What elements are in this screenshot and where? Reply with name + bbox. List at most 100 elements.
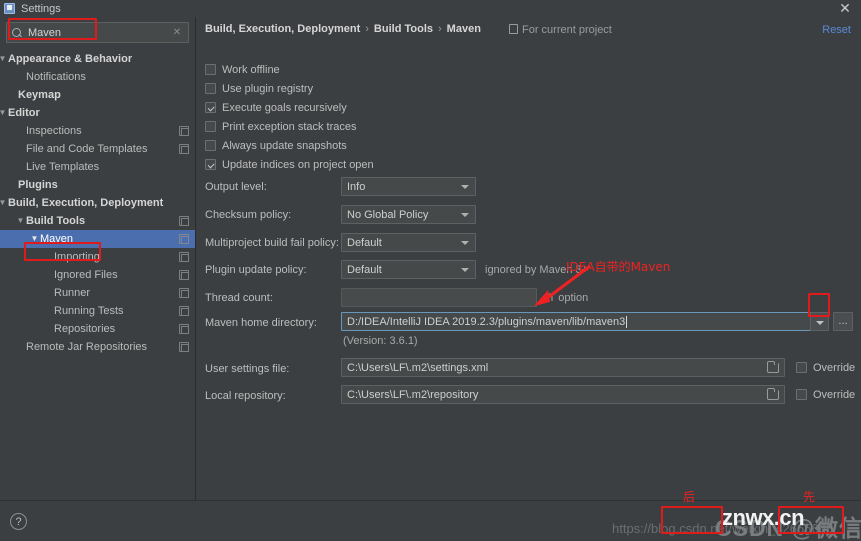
chevron-down-icon (816, 321, 824, 325)
sidebar-item-repositories[interactable]: Repositories (0, 320, 195, 338)
user-settings-override[interactable]: Override (796, 358, 855, 377)
sidebar-item-remote-jar-repositories[interactable]: Remote Jar Repositories (0, 338, 195, 356)
sidebar-item-label: Keymap (18, 89, 61, 101)
sidebar-item-ignored-files[interactable]: Ignored Files (0, 266, 195, 284)
sidebar-item-label: Notifications (26, 71, 86, 83)
config-icon (179, 306, 189, 316)
checkbox-use-plugin-registry[interactable]: Use plugin registry (205, 80, 313, 97)
thread-count-input[interactable] (341, 288, 537, 307)
sidebar-item-file-and-code-templates[interactable]: File and Code Templates (0, 140, 195, 158)
checksum-policy-value: No Global Policy (347, 208, 429, 221)
checkbox-box[interactable] (205, 64, 216, 75)
checksum-policy-label: Checksum policy: (205, 209, 292, 221)
checkbox-print-exception-stack-traces[interactable]: Print exception stack traces (205, 118, 357, 135)
sidebar-item-keymap[interactable]: Keymap (0, 86, 195, 104)
sidebar-item-plugins[interactable]: Plugins (0, 176, 195, 194)
output-level-label: Output level: (205, 181, 267, 193)
annotation-box-apply (778, 506, 844, 534)
maven-home-browse-button[interactable]: ... (833, 312, 853, 331)
annotation-order-after: 后 (683, 490, 696, 504)
maven-home-label: Maven home directory: (205, 317, 317, 329)
user-settings-input[interactable]: C:\Users\LF\.m2\settings.xml (341, 358, 785, 377)
config-icon (179, 270, 189, 280)
checkbox-box[interactable] (205, 121, 216, 132)
user-settings-override-label: Override (813, 361, 856, 374)
help-icon[interactable]: ? (10, 513, 27, 530)
checkbox-always-update-snapshots[interactable]: Always update snapshots (205, 137, 347, 154)
sidebar-item-inspections[interactable]: Inspections (0, 122, 195, 140)
sidebar-item-label: File and Code Templates (26, 143, 148, 155)
checkbox-box[interactable] (205, 102, 216, 113)
sidebar-item-editor[interactable]: ▼ Editor (0, 104, 195, 122)
annotation-order-first: 先 (803, 490, 816, 504)
chevron-down-icon[interactable]: ▼ (0, 104, 7, 122)
checkbox-box[interactable] (205, 159, 216, 170)
annotation-arrow-icon (534, 264, 591, 306)
config-icon (179, 144, 189, 154)
checkbox-work-offline[interactable]: Work offline (205, 61, 280, 78)
title-bar: Settings ✕ (0, 0, 861, 17)
chevron-down-icon[interactable]: ▼ (0, 50, 7, 68)
multiproject-build-fail-policy-value: Default (347, 236, 382, 249)
settings-dialog: Settings ✕ Maven ✕ ▼ Appearance & Behavio… (0, 0, 861, 541)
checksum-policy-dropdown[interactable]: No Global Policy (341, 205, 476, 224)
breadcrumb-item: Maven (446, 23, 481, 35)
maven-home-value: D:/IDEA/IntelliJ IDEA 2019.2.3/plugins/m… (347, 315, 626, 328)
sidebar-item-label: Live Templates (26, 161, 100, 173)
local-repository-override-checkbox[interactable] (796, 389, 807, 400)
maven-version-note: (Version: 3.6.1) (343, 335, 418, 347)
config-icon (179, 234, 189, 244)
user-settings-override-checkbox[interactable] (796, 362, 807, 373)
sidebar-item-live-templates[interactable]: Live Templates (0, 158, 195, 176)
chevron-down-icon[interactable]: ▼ (16, 212, 25, 230)
chevron-down-icon (461, 213, 469, 217)
sidebar-item-build-execution-deployment[interactable]: ▼ Build, Execution, Deployment (0, 194, 195, 212)
user-settings-label: User settings file: (205, 363, 290, 375)
sidebar-item-runner[interactable]: Runner (0, 284, 195, 302)
config-icon (179, 252, 189, 262)
config-icon (179, 216, 189, 226)
sidebar-item-label: Ignored Files (54, 269, 118, 281)
sidebar-item-build-tools[interactable]: ▼ Build Tools (0, 212, 195, 230)
local-repository-input[interactable]: C:\Users\LF\.m2\repository (341, 385, 785, 404)
checkbox-label: Update indices on project open (222, 158, 374, 171)
checkbox-execute-goals-recursively[interactable]: Execute goals recursively (205, 99, 347, 116)
output-level-dropdown[interactable]: Info (341, 177, 476, 196)
local-repository-value: C:\Users\LF\.m2\repository (347, 388, 479, 401)
text-caret (626, 315, 628, 328)
sidebar-item-appearance-behavior[interactable]: ▼ Appearance & Behavior (0, 50, 195, 68)
breadcrumb-item: Build Tools (373, 23, 433, 35)
sidebar-item-label: Appearance & Behavior (8, 53, 133, 65)
config-icon (179, 288, 189, 298)
window-title: Settings (21, 2, 61, 15)
for-current-project-text: For current project (522, 24, 612, 36)
annotation-box-search (8, 18, 97, 40)
breadcrumb-item: Build, Execution, Deployment (205, 23, 361, 35)
local-repository-override-label: Override (813, 388, 856, 401)
sidebar-item-label: Repositories (54, 323, 116, 335)
sidebar-item-notifications[interactable]: Notifications (0, 68, 195, 86)
maven-home-input[interactable]: D:/IDEA/IntelliJ IDEA 2019.2.3/plugins/m… (341, 312, 816, 331)
settings-tree: ▼ Appearance & Behavior Notifications Keyma… (0, 50, 195, 356)
sidebar-item-label: Build, Execution, Deployment (8, 197, 164, 209)
clear-search-icon[interactable]: ✕ (170, 26, 184, 40)
sidebar-item-running-tests[interactable]: Running Tests (0, 302, 195, 320)
folder-icon[interactable] (767, 361, 779, 373)
sidebar-item-label: Runner (54, 287, 91, 299)
checkbox-update-indices-on-project-open[interactable]: Update indices on project open (205, 156, 374, 173)
sidebar-item-label: Inspections (26, 125, 82, 137)
checkbox-label: Use plugin registry (222, 82, 314, 95)
local-repository-override[interactable]: Override (796, 385, 855, 404)
maven-settings-pane: Build, Execution, Deployment › Build Tools… (197, 17, 861, 500)
chevron-down-icon[interactable]: ▼ (0, 194, 7, 212)
checkbox-box[interactable] (205, 140, 216, 151)
output-level-value: Info (347, 180, 366, 193)
plugin-update-policy-dropdown[interactable]: Default (341, 260, 476, 279)
checkbox-label: Execute goals recursively (222, 101, 347, 114)
checkbox-box[interactable] (205, 83, 216, 94)
reset-link[interactable]: Reset (822, 24, 851, 36)
annotation-box-maven-dropdown (808, 293, 830, 317)
folder-icon[interactable] (767, 388, 779, 400)
multiproject-build-fail-policy-dropdown[interactable]: Default (341, 233, 476, 252)
close-icon[interactable]: ✕ (837, 1, 853, 16)
